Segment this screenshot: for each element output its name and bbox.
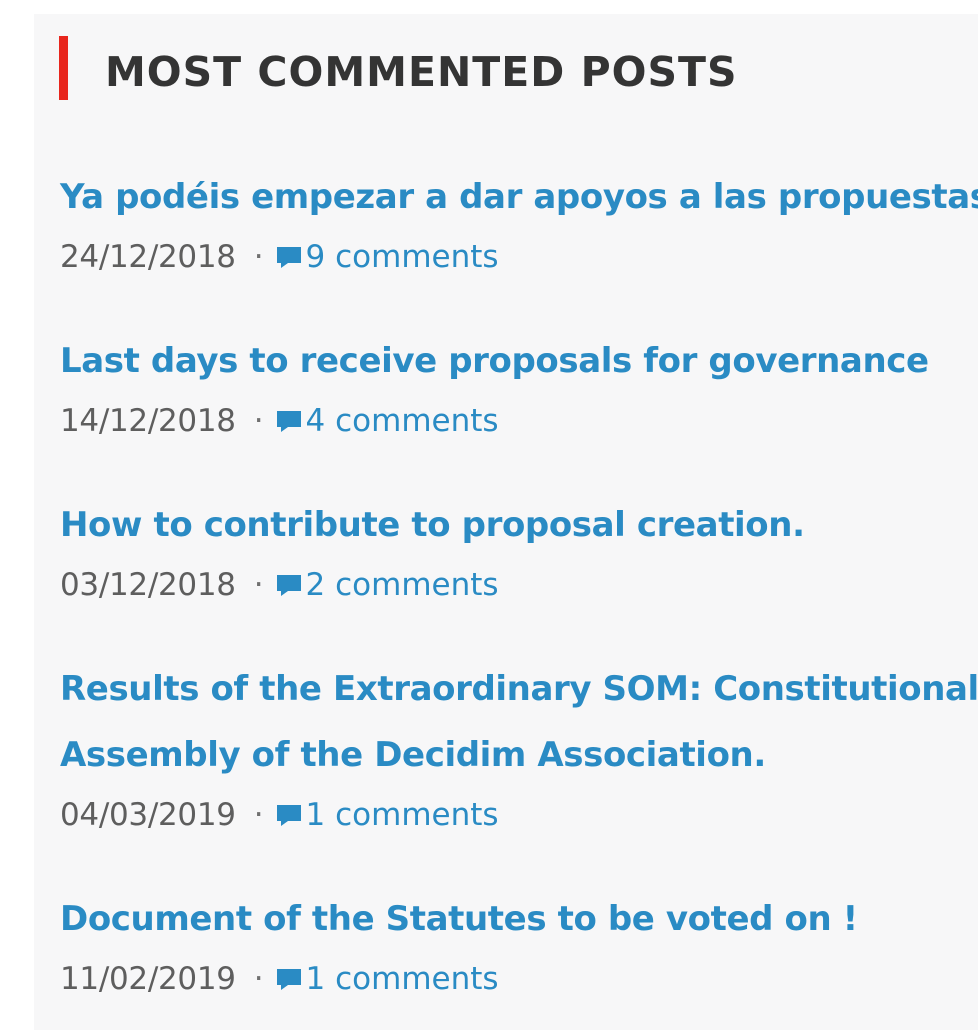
widget-title: MOST COMMENTED POSTS [105,48,738,96]
comments-link[interactable]: 1 comments [276,797,499,833]
post-title-link[interactable]: Last days to receive proposals for gover… [60,328,978,394]
comments-link[interactable]: 9 comments [276,239,499,275]
post-title-link[interactable]: Results of the Extraordinary SOM: Consti… [60,656,978,788]
comment-icon [276,410,302,432]
post-meta: 14/12/2018 · 4 comments [60,394,978,448]
meta-separator: · [253,239,264,275]
post-date: 11/02/2019 [60,961,236,997]
list-item: Last days to receive proposals for gover… [60,328,978,448]
list-item: Ya podéis empezar a dar apoyos a las pro… [60,164,978,284]
list-item: How to contribute to proposal creation. … [60,492,978,612]
meta-separator: · [253,961,264,997]
post-title-line: Assembly of the Decidim Association. [60,735,766,775]
comments-count: 9 comments [305,239,499,275]
comments-link[interactable]: 4 comments [276,403,499,439]
comments-link[interactable]: 2 comments [276,567,499,603]
meta-separator: · [253,403,264,439]
comments-count: 4 comments [305,403,499,439]
comments-link[interactable]: 1 comments [276,961,499,997]
post-meta: 11/02/2019 · 1 comments [60,952,978,1006]
comment-icon [276,574,302,596]
post-date: 03/12/2018 [60,567,236,603]
meta-separator: · [253,567,264,603]
list-item: Document of the Statutes to be voted on … [60,886,978,1006]
most-commented-posts-widget: MOST COMMENTED POSTS Ya podéis empezar a… [34,14,978,1030]
comment-icon [276,804,302,826]
post-date: 04/03/2019 [60,797,236,833]
comments-count: 2 comments [305,567,499,603]
post-date: 24/12/2018 [60,239,236,275]
comment-icon [276,968,302,990]
comments-count: 1 comments [305,797,499,833]
post-meta: 24/12/2018 · 9 comments [60,230,978,284]
post-date: 14/12/2018 [60,403,236,439]
title-accent-bar [59,36,68,100]
post-title-line: Results of the Extraordinary SOM: Consti… [60,669,978,709]
meta-separator: · [253,797,264,833]
post-meta: 04/03/2019 · 1 comments [60,788,978,842]
list-item: Results of the Extraordinary SOM: Consti… [60,656,978,842]
widget-header: MOST COMMENTED POSTS [34,14,978,134]
comment-icon [276,246,302,268]
post-title-link[interactable]: Document of the Statutes to be voted on … [60,886,978,952]
comments-count: 1 comments [305,961,499,997]
post-title-link[interactable]: How to contribute to proposal creation. [60,492,978,558]
post-meta: 03/12/2018 · 2 comments [60,558,978,612]
post-title-link[interactable]: Ya podéis empezar a dar apoyos a las pro… [60,164,978,230]
